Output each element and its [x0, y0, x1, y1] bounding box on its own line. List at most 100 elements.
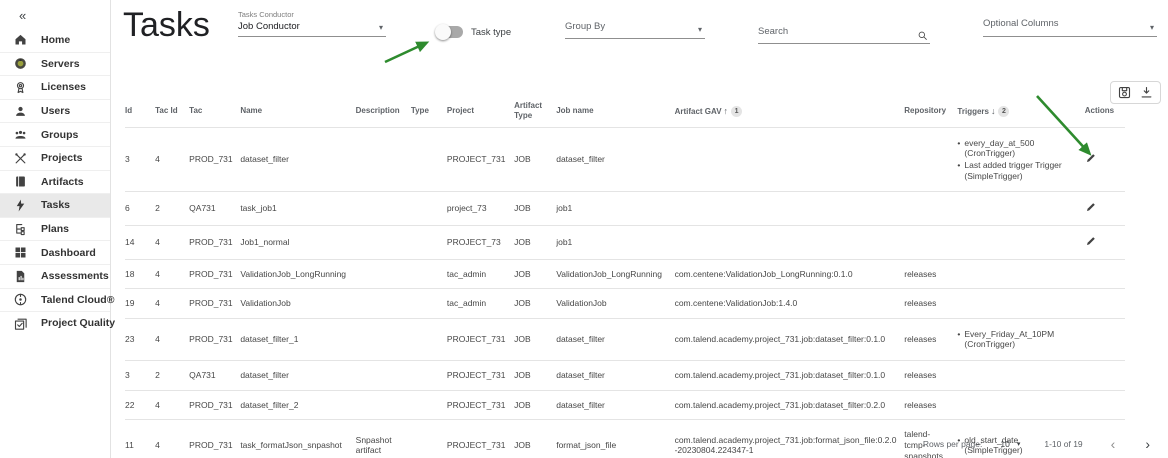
cell-tac_id: 2 [155, 192, 189, 226]
rows-per-page-value: 10 [1000, 439, 1009, 449]
trigger-item: •Every_Friday_At_10PM (CronTrigger) [957, 329, 1078, 350]
toggle-knob [435, 24, 451, 40]
cell-repository: releases [904, 390, 957, 420]
sort-order-badge: 1 [731, 106, 742, 117]
sidebar-item-users[interactable]: Users [0, 99, 110, 123]
pagination-bar: Rows per page: 10 ▾ 1-10 of 19 ‹ › [923, 437, 1152, 451]
group-by-value: Group By [565, 21, 705, 38]
pagination-range: 1-10 of 19 [1044, 439, 1082, 449]
cell-id: 11 [125, 420, 155, 458]
column-header-repository[interactable]: Repository [904, 96, 957, 127]
column-header-tac[interactable]: Tac [189, 96, 240, 127]
cell-artifact_type: JOB [514, 259, 556, 289]
column-header-artifact_gav[interactable]: Artifact GAV↑1 [675, 96, 905, 127]
cell-job_name: ValidationJob [556, 289, 674, 319]
sidebar-item-home[interactable]: Home [0, 28, 110, 52]
sidebar-item-tasks[interactable]: Tasks [0, 193, 110, 217]
previous-page-icon[interactable]: ‹ [1109, 437, 1118, 451]
sidebar-item-projects[interactable]: Projects [0, 146, 110, 170]
cell-artifact_gav: com.talend.academy.project_731.job:datas… [675, 390, 905, 420]
tasks-icon [13, 198, 28, 213]
column-header-project[interactable]: Project [447, 96, 514, 127]
cell-tac_id: 4 [155, 390, 189, 420]
next-page-icon[interactable]: › [1143, 437, 1152, 451]
dashboard-icon [13, 245, 28, 260]
cell-project: PROJECT_73 [447, 225, 514, 259]
sidebar-item-servers[interactable]: Servers [0, 52, 110, 76]
sidebar-item-label: Assessments [41, 270, 109, 282]
column-header-name[interactable]: Name [240, 96, 355, 127]
sidebar-collapse-button[interactable]: « [0, 0, 110, 28]
sidebar-item-label: Groups [41, 129, 78, 141]
cell-tac: PROD_731 [189, 390, 240, 420]
assessments-icon [13, 269, 28, 284]
column-header-actions[interactable]: Actions [1085, 96, 1125, 127]
cell-job_name: ValidationJob_LongRunning [556, 259, 674, 289]
tasks-conductor-select[interactable]: Tasks Conductor Job Conductor ▾ [238, 10, 386, 37]
collapse-chevrons-icon: « [19, 8, 26, 23]
cell-job_name: dataset_filter [556, 318, 674, 360]
cell-name: dataset_filter_2 [240, 390, 355, 420]
plans-icon [13, 222, 28, 237]
group-by-select[interactable]: Group By ▾ [565, 21, 705, 39]
optional-columns-select[interactable]: Optional Columns ▾ [983, 18, 1157, 37]
edit-task-button[interactable] [1085, 235, 1097, 247]
cell-project: project_73 [447, 192, 514, 226]
cell-artifact_gav: com.centene:ValidationJob:1.4.0 [675, 289, 905, 319]
cell-artifact_type: JOB [514, 289, 556, 319]
sidebar-item-licenses[interactable]: Licenses [0, 75, 110, 99]
task-type-label: Task type [471, 27, 511, 38]
cell-type [411, 318, 447, 360]
cell-artifact_type: JOB [514, 225, 556, 259]
column-header-job_name[interactable]: Job name [556, 96, 674, 127]
edit-task-button[interactable] [1085, 152, 1097, 164]
cell-repository [904, 127, 957, 192]
cell-project: PROJECT_731 [447, 318, 514, 360]
cell-description [356, 289, 411, 319]
page-title: Tasks [123, 6, 210, 45]
column-header-triggers[interactable]: Triggers↓2 [957, 96, 1084, 127]
sort-order-badge: 2 [998, 106, 1009, 117]
cell-triggers [957, 259, 1084, 289]
sidebar-item-label: Dashboard [41, 247, 96, 259]
cell-repository [904, 192, 957, 226]
rows-per-page-select[interactable]: 10 ▾ [998, 439, 1022, 449]
trigger-item: •Last added trigger Trigger (SimpleTrigg… [957, 160, 1078, 181]
sidebar-item-dashboard[interactable]: Dashboard [0, 240, 110, 264]
caret-down-icon: ▾ [379, 24, 383, 32]
cell-artifact_type: JOB [514, 361, 556, 391]
edit-task-button[interactable] [1085, 201, 1097, 213]
column-header-artifact_type[interactable]: Artifact Type [514, 96, 556, 127]
sidebar-item-project-quality[interactable]: Project Quality [0, 311, 110, 335]
cell-job_name: dataset_filter [556, 361, 674, 391]
rows-per-page-label: Rows per page: [923, 439, 983, 449]
cell-repository: releases [904, 361, 957, 391]
column-header-type[interactable]: Type [411, 96, 447, 127]
sidebar-item-talend-cloud[interactable]: Talend Cloud® [0, 288, 110, 312]
cell-id: 18 [125, 259, 155, 289]
sidebar-item-groups[interactable]: Groups [0, 122, 110, 146]
cell-description [356, 192, 411, 226]
sidebar-item-plans[interactable]: Plans [0, 217, 110, 241]
sidebar-item-artifacts[interactable]: Artifacts [0, 170, 110, 194]
cell-tac: PROD_731 [189, 289, 240, 319]
column-header-id[interactable]: Id [125, 96, 155, 127]
search-input[interactable] [758, 26, 908, 43]
cell-artifact_type: JOB [514, 192, 556, 226]
cell-artifact_type: JOB [514, 318, 556, 360]
cell-artifact_gav [675, 192, 905, 226]
sidebar-item-assessments[interactable]: Assessments [0, 264, 110, 288]
column-header-tac_id[interactable]: Tac Id [155, 96, 189, 127]
download-icon[interactable] [1139, 85, 1154, 100]
cell-type [411, 192, 447, 226]
cell-name: ValidationJob_LongRunning [240, 259, 355, 289]
cell-type [411, 259, 447, 289]
table-row: 62QA731task_job1project_73JOBjob1 [125, 192, 1125, 226]
search-field [758, 21, 930, 44]
cell-description [356, 127, 411, 192]
cell-name: task_formatJson_snpashot [240, 420, 355, 458]
column-header-description[interactable]: Description [356, 96, 411, 127]
task-type-toggle[interactable] [437, 26, 463, 38]
artifacts-icon [13, 174, 28, 189]
cell-type [411, 225, 447, 259]
